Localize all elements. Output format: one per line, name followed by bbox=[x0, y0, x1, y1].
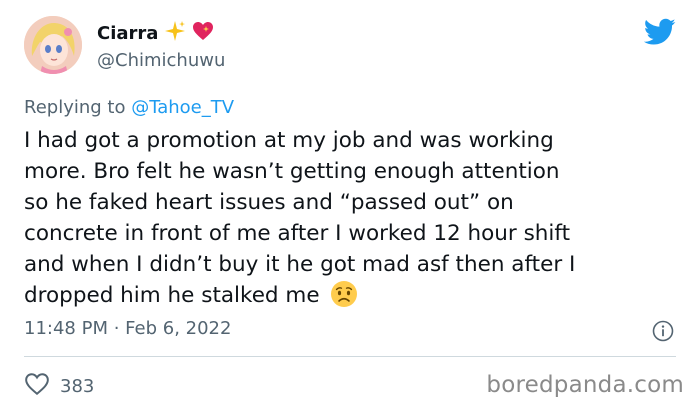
worried-face-emoji bbox=[330, 280, 358, 317]
replying-to-prefix: Replying to bbox=[24, 97, 126, 118]
tweet-line: concrete in front of me after I worked 1… bbox=[24, 221, 571, 246]
tweet-text: I had got a promotion at my job and was … bbox=[24, 125, 684, 317]
like-count: 383 bbox=[60, 376, 95, 397]
author-name[interactable]: Ciarra bbox=[97, 23, 158, 44]
info-icon[interactable] bbox=[652, 320, 674, 342]
sparkles-icon bbox=[164, 20, 186, 46]
twitter-bird-icon[interactable] bbox=[643, 18, 676, 46]
author-avatar[interactable] bbox=[24, 16, 82, 74]
tweet-line-last: dropped him he stalked me bbox=[24, 280, 684, 317]
replying-to: Replying to @Tahoe_TV bbox=[24, 97, 234, 118]
tweet-line: and when I didn’t buy it he got mad asf … bbox=[24, 252, 576, 277]
tweet-line: so he faked heart issues and “passed out… bbox=[24, 190, 514, 215]
author-name-row[interactable]: Ciarra bbox=[97, 20, 214, 46]
watermark: boredpanda.com bbox=[486, 372, 684, 398]
tweet-line: more. Bro felt he wasn’t getting enough … bbox=[24, 159, 560, 184]
sparkling-heart-icon bbox=[192, 21, 214, 45]
tweet-line: dropped him he stalked me bbox=[24, 283, 320, 308]
like-action[interactable]: 383 bbox=[24, 372, 94, 401]
author-handle[interactable]: @Chimichuwu bbox=[97, 50, 225, 71]
tweet-timestamp[interactable]: 11:48 PM · Feb 6, 2022 bbox=[24, 318, 231, 339]
heart-outline-icon[interactable] bbox=[24, 372, 50, 401]
divider bbox=[24, 356, 676, 357]
tweet-line: I had got a promotion at my job and was … bbox=[24, 128, 554, 153]
reply-to-link[interactable]: @Tahoe_TV bbox=[131, 97, 234, 118]
